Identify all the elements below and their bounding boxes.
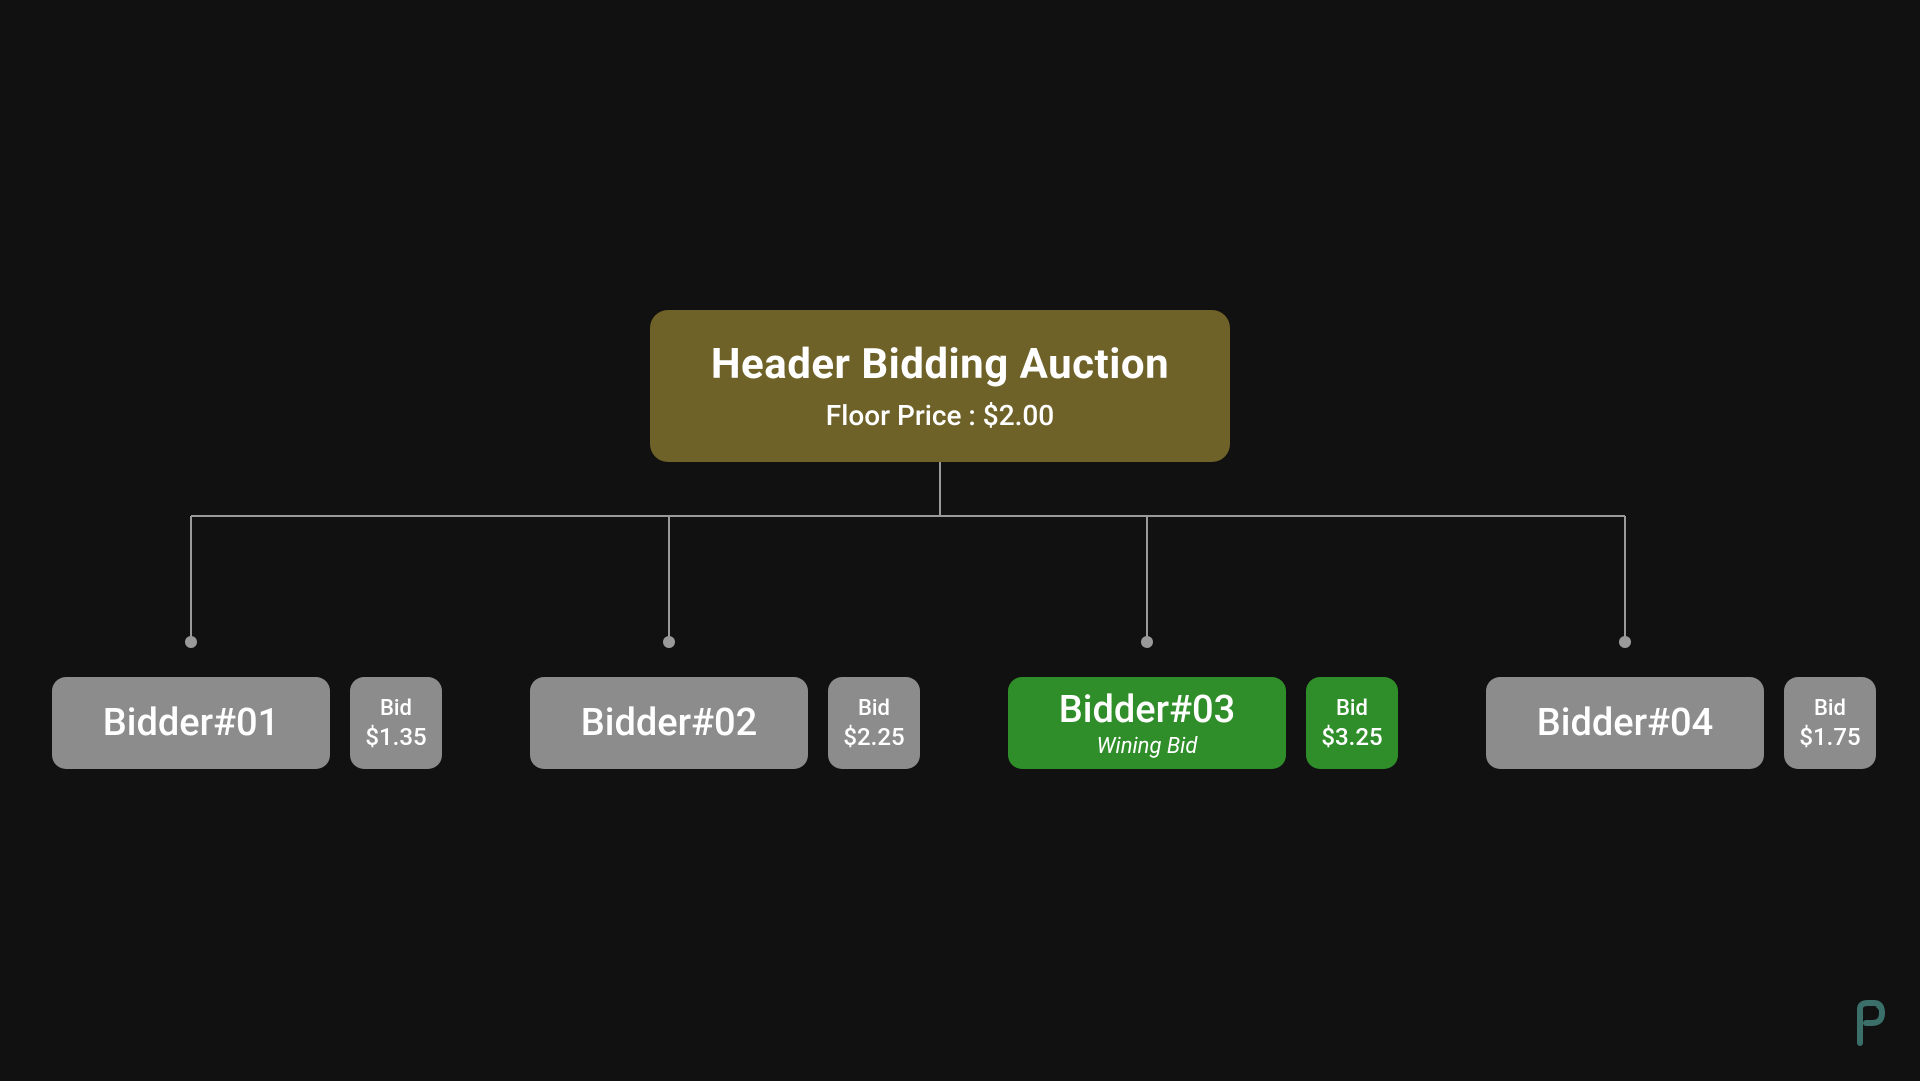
bidder-group-02: Bidder#02 Bid $2.25: [530, 677, 920, 769]
bid-label: Bid: [1336, 696, 1368, 721]
bid-label: Bid: [858, 696, 890, 721]
bidder-group-03: Bidder#03 Wining Bid Bid $3.25: [1008, 677, 1398, 769]
bidder-box: Bidder#02: [530, 677, 808, 769]
bid-box-winning: Bid $3.25: [1306, 677, 1398, 769]
bid-amount: $2.25: [843, 723, 904, 751]
floor-price-label: Floor Price : $2.00: [826, 399, 1054, 432]
winning-bid-note: Wining Bid: [1097, 734, 1198, 759]
auction-title: Header Bidding Auction: [711, 340, 1169, 389]
bidder-name: Bidder#04: [1537, 701, 1713, 745]
auction-header-box: Header Bidding Auction Floor Price : $2.…: [650, 310, 1230, 462]
diagram-canvas: Header Bidding Auction Floor Price : $2.…: [0, 0, 1920, 1081]
bid-amount: $3.25: [1321, 723, 1382, 751]
bid-label: Bid: [380, 696, 412, 721]
bid-box: Bid $1.35: [350, 677, 442, 769]
bid-box: Bid $2.25: [828, 677, 920, 769]
brand-logo-icon: [1846, 999, 1886, 1047]
bid-amount: $1.35: [365, 723, 426, 751]
bidder-box: Bidder#04: [1486, 677, 1764, 769]
bidder-group-01: Bidder#01 Bid $1.35: [52, 677, 442, 769]
bidder-box: Bidder#01: [52, 677, 330, 769]
bid-amount: $1.75: [1799, 723, 1860, 751]
bid-box: Bid $1.75: [1784, 677, 1876, 769]
bidder-box-winning: Bidder#03 Wining Bid: [1008, 677, 1286, 769]
bidder-group-04: Bidder#04 Bid $1.75: [1486, 677, 1876, 769]
bidder-name: Bidder#02: [581, 701, 757, 745]
connector-lines: [0, 0, 1920, 1081]
bid-label: Bid: [1814, 696, 1846, 721]
bidder-name: Bidder#03: [1059, 688, 1235, 732]
bidder-name: Bidder#01: [103, 701, 279, 745]
